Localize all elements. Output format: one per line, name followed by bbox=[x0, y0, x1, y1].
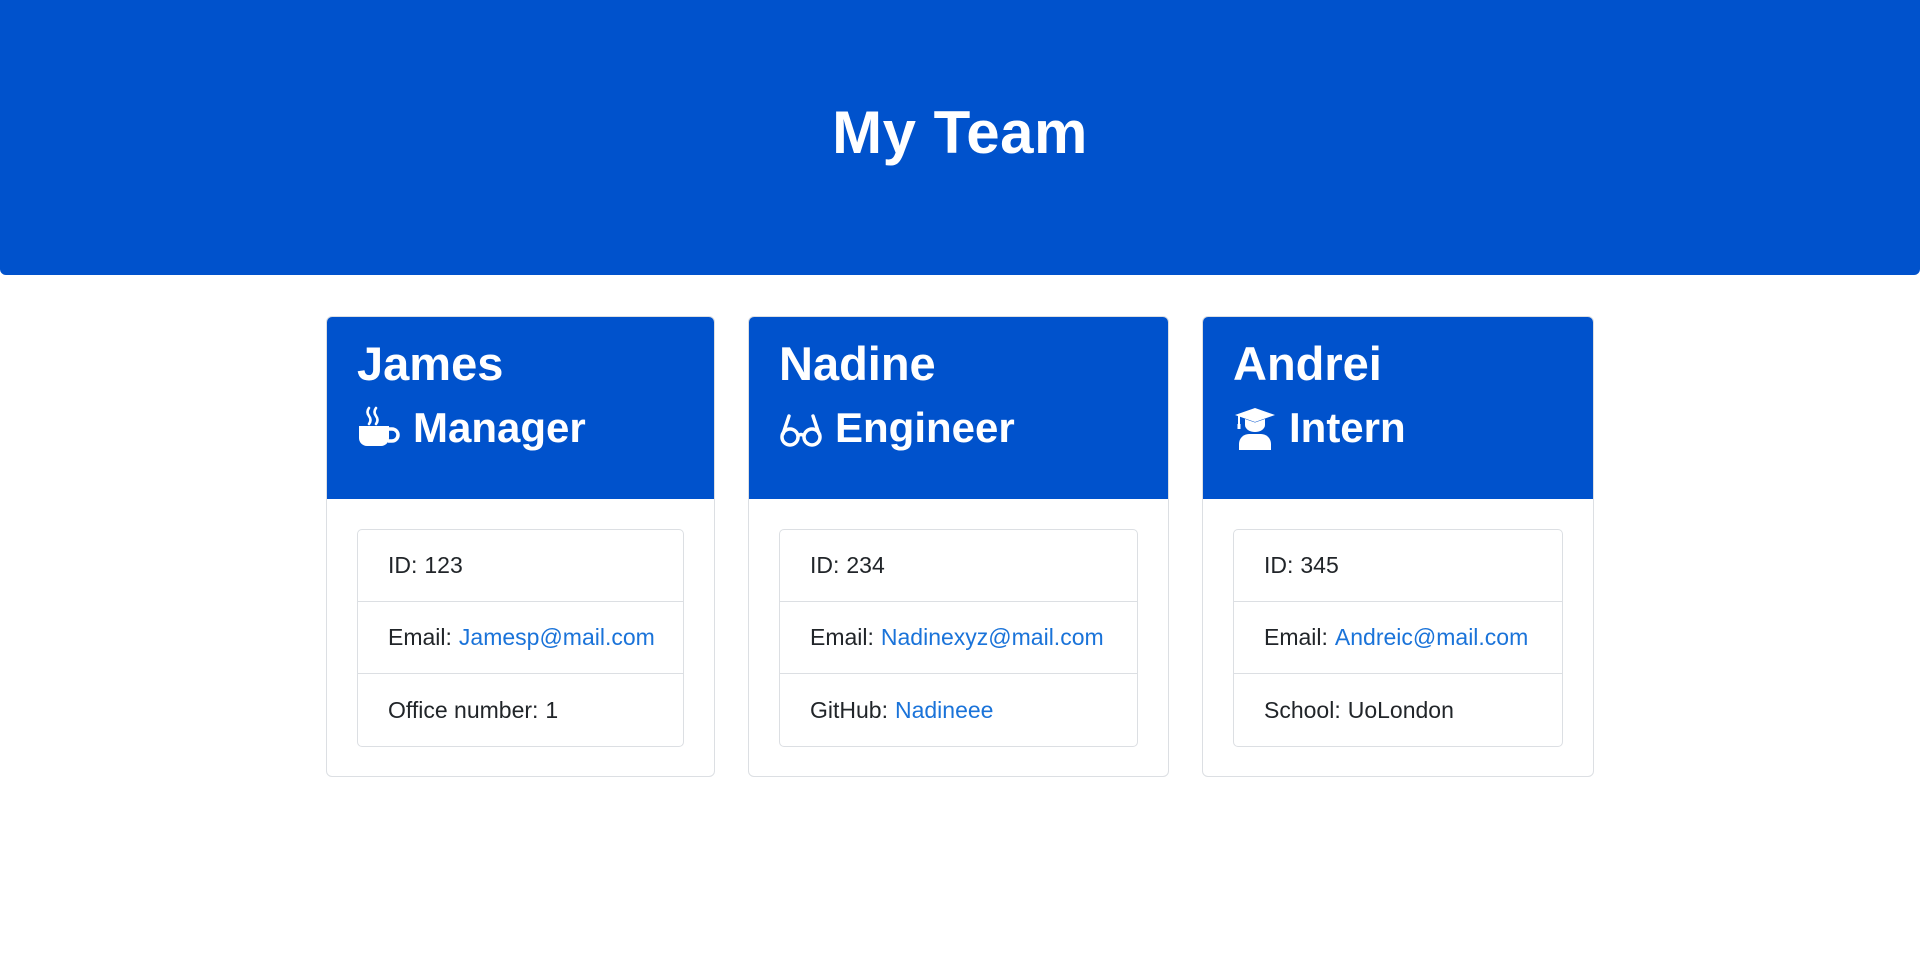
role-label: Manager bbox=[413, 404, 586, 452]
employee-name: James bbox=[357, 337, 504, 390]
email-link[interactable]: Jamesp@mail.com bbox=[459, 624, 655, 651]
graduate-icon bbox=[1233, 406, 1277, 451]
list-item-id: ID: 123 bbox=[358, 530, 683, 602]
page-header: My Team bbox=[0, 0, 1920, 275]
role-label: Intern bbox=[1289, 404, 1406, 452]
email-link[interactable]: Andreic@mail.com bbox=[1335, 624, 1528, 651]
employee-name: Andrei bbox=[1233, 337, 1382, 390]
info-list: ID: 123 Email: Jamesp@mail.com Office nu… bbox=[357, 529, 684, 747]
info-list: ID: 234 Email: Nadinexyz@mail.com GitHub… bbox=[779, 529, 1138, 747]
employee-name: Nadine bbox=[779, 337, 936, 390]
employee-card-intern: Andrei Intern ID: 345 Email: Andreic@mai… bbox=[1202, 316, 1594, 777]
employee-card-engineer: Nadine Engineer ID: 234 Email: Nadinexyz… bbox=[748, 316, 1169, 777]
id-label: ID: bbox=[388, 552, 418, 578]
employee-card-manager: James Manager ID: 123 Email: Jamesp@mail… bbox=[326, 316, 715, 777]
email-label: Email: bbox=[810, 624, 874, 650]
email-label: Email: bbox=[1264, 624, 1328, 650]
office-value: 1 bbox=[545, 696, 559, 723]
email-link[interactable]: Nadinexyz@mail.com bbox=[881, 624, 1104, 651]
office-label: Office number: bbox=[388, 696, 539, 723]
role-label: Engineer bbox=[835, 404, 1015, 452]
card-header: Andrei Intern bbox=[1203, 317, 1593, 499]
card-header: James Manager bbox=[327, 317, 714, 499]
id-label: ID: bbox=[1264, 552, 1294, 578]
card-body: ID: 123 Email: Jamesp@mail.com Office nu… bbox=[327, 499, 714, 776]
id-value: 123 bbox=[424, 552, 463, 578]
employee-role: Intern bbox=[1233, 404, 1593, 452]
school-label: School: bbox=[1264, 696, 1341, 723]
list-item-id: ID: 345 bbox=[1234, 530, 1562, 602]
list-item-email: Email: Nadinexyz@mail.com bbox=[780, 602, 1137, 674]
id-value: 234 bbox=[846, 552, 885, 578]
info-list: ID: 345 Email: Andreic@mail.com School: … bbox=[1233, 529, 1563, 747]
card-body: ID: 345 Email: Andreic@mail.com School: … bbox=[1203, 499, 1593, 776]
list-item-email: Email: Jamesp@mail.com bbox=[358, 602, 683, 674]
list-item-office: Office number: 1 bbox=[358, 674, 683, 746]
card-header: Nadine Engineer bbox=[749, 317, 1168, 499]
github-link[interactable]: Nadineee bbox=[895, 697, 993, 724]
school-value: UoLondon bbox=[1347, 696, 1454, 723]
coffee-icon bbox=[357, 406, 401, 450]
glasses-icon bbox=[779, 406, 823, 450]
email-label: Email: bbox=[388, 624, 452, 650]
list-item-id: ID: 234 bbox=[780, 530, 1137, 602]
github-label: GitHub: bbox=[810, 696, 888, 723]
card-body: ID: 234 Email: Nadinexyz@mail.com GitHub… bbox=[749, 499, 1168, 776]
employee-role: Manager bbox=[357, 406, 714, 450]
list-item-school: School: UoLondon bbox=[1234, 674, 1562, 746]
list-item-github: GitHub: Nadineee bbox=[780, 674, 1137, 746]
page-title: My Team bbox=[832, 99, 1088, 166]
id-value: 345 bbox=[1300, 552, 1339, 578]
id-label: ID: bbox=[810, 552, 840, 578]
employee-role: Engineer bbox=[779, 406, 1168, 450]
list-item-email: Email: Andreic@mail.com bbox=[1234, 602, 1562, 674]
